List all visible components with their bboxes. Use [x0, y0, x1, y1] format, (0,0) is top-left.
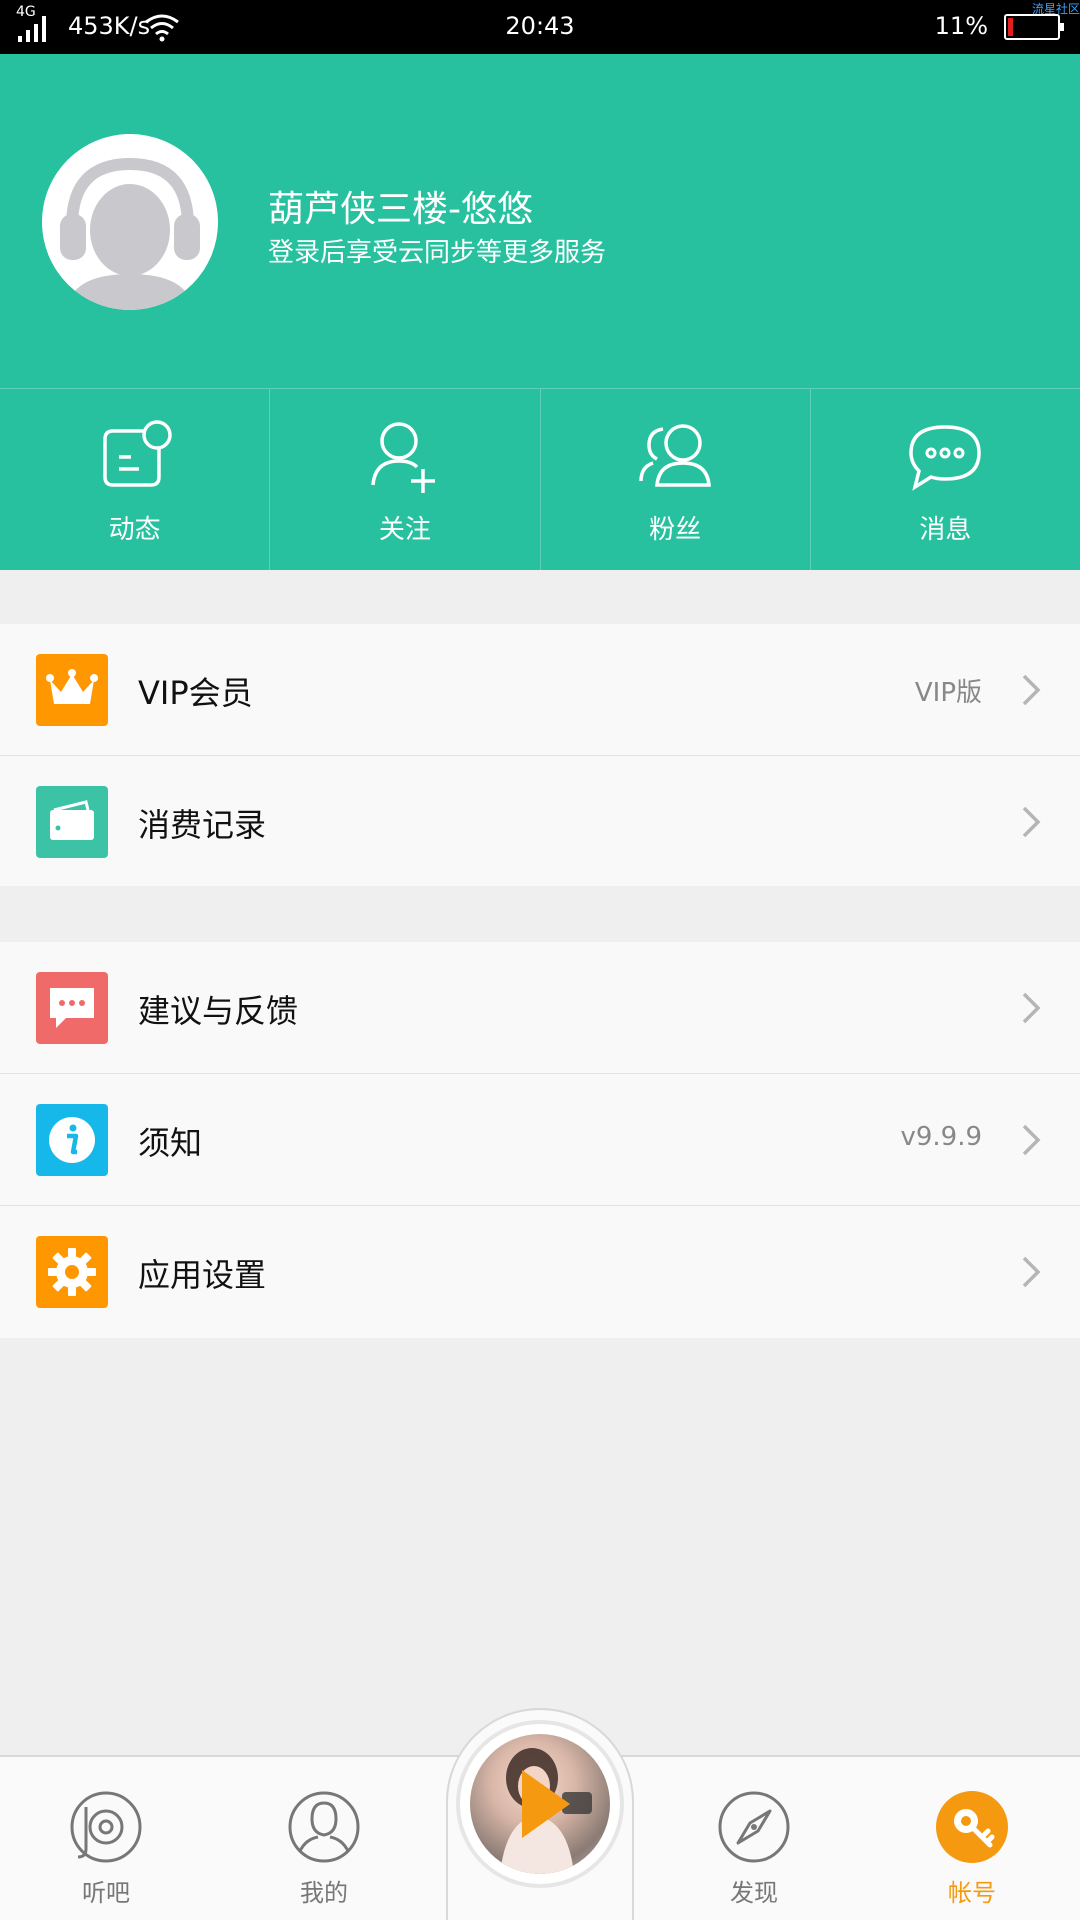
nav-discover-label: 发现 [730, 1879, 778, 1907]
menu-group-app: 建议与反馈 须知 v9.9.9 应用设置 [0, 942, 1080, 1338]
notice-label: 须知 [138, 1124, 203, 1162]
battery-percent: 11% [934, 12, 988, 40]
watermark-text: 流星社区 [1031, 2, 1080, 16]
stat-follow[interactable]: 关注 [270, 389, 541, 570]
fans-icon [639, 424, 712, 487]
menu-item-vip[interactable]: VIP会员 VIP版 [0, 624, 1080, 756]
vip-label: VIP会员 [138, 674, 253, 712]
crown-icon [46, 669, 98, 704]
menu-group-account: VIP会员 VIP版 消费记录 [0, 624, 1080, 886]
gear-icon [48, 1248, 96, 1296]
feedback-label: 建议与反馈 [138, 992, 299, 1030]
stats-bar: 动态 关注 粉丝 消息 [0, 388, 1080, 570]
feedback-icon-box [36, 972, 108, 1044]
wallet-icon [50, 800, 94, 840]
stat-fans-label: 粉丝 [649, 515, 702, 545]
dynamic-icon [102, 420, 172, 487]
login-hint[interactable]: 登录后享受云同步等更多服务 [268, 232, 606, 269]
info-icon-box [36, 1104, 108, 1176]
chevron-right-icon [1022, 674, 1041, 706]
nav-account[interactable]: 帐号 [912, 1787, 1032, 1908]
profile-name[interactable]: 葫芦侠三楼-悠悠 [268, 180, 533, 232]
default-avatar-icon [42, 134, 218, 310]
purchase-history-label: 消费记录 [138, 806, 267, 844]
feedback-icon [50, 988, 94, 1028]
avatar[interactable] [42, 134, 218, 310]
vinyl-icon [70, 1791, 142, 1863]
follow-icon [371, 422, 435, 493]
menu-item-feedback[interactable]: 建议与反馈 [0, 942, 1080, 1074]
compass-icon [718, 1791, 790, 1863]
nav-mine[interactable]: 我的 [264, 1787, 384, 1908]
nav-discover[interactable]: 发现 [694, 1787, 814, 1908]
nav-account-label: 帐号 [948, 1879, 996, 1907]
nav-mine-label: 我的 [300, 1879, 348, 1907]
clock: 20:43 [505, 12, 575, 40]
version-value: v9.9.9 [900, 1122, 982, 1152]
vip-value: VIP版 [914, 678, 982, 708]
user-icon [288, 1791, 360, 1863]
profile-header: 葫芦侠三楼-悠悠 登录后享受云同步等更多服务 动态 关注 粉丝 消息 [0, 54, 1080, 570]
now-playing-cover[interactable] [470, 1734, 610, 1874]
message-icon [909, 425, 982, 491]
stat-dynamic[interactable]: 动态 [0, 389, 271, 570]
nav-listen-label: 听吧 [82, 1879, 130, 1907]
stat-fans[interactable]: 粉丝 [541, 389, 811, 570]
stat-follow-label: 关注 [378, 515, 431, 545]
key-icon [936, 1791, 1008, 1863]
chevron-right-icon [1022, 1124, 1041, 1156]
stat-message-label: 消息 [919, 515, 972, 545]
wallet-icon-box [36, 786, 108, 858]
menu-item-settings[interactable]: 应用设置 [0, 1206, 1080, 1338]
chevron-right-icon [1022, 806, 1041, 838]
battery-fill [1008, 18, 1013, 36]
settings-icon-box [36, 1236, 108, 1308]
info-icon [49, 1117, 95, 1163]
vip-icon-box [36, 654, 108, 726]
menu-item-notice[interactable]: 须知 v9.9.9 [0, 1074, 1080, 1206]
stat-dynamic-label: 动态 [108, 515, 161, 545]
settings-label: 应用设置 [138, 1256, 267, 1294]
chevron-right-icon [1022, 1256, 1041, 1288]
status-bar: 4G 453K/s 20:43 11% 流星社区 [0, 0, 1080, 54]
stat-message[interactable]: 消息 [811, 389, 1080, 570]
menu-item-purchase-history[interactable]: 消费记录 [0, 756, 1080, 888]
battery-icon [1004, 14, 1064, 40]
nav-listen[interactable]: 听吧 [46, 1787, 166, 1908]
play-icon[interactable] [470, 1734, 610, 1874]
chevron-right-icon [1022, 992, 1041, 1024]
